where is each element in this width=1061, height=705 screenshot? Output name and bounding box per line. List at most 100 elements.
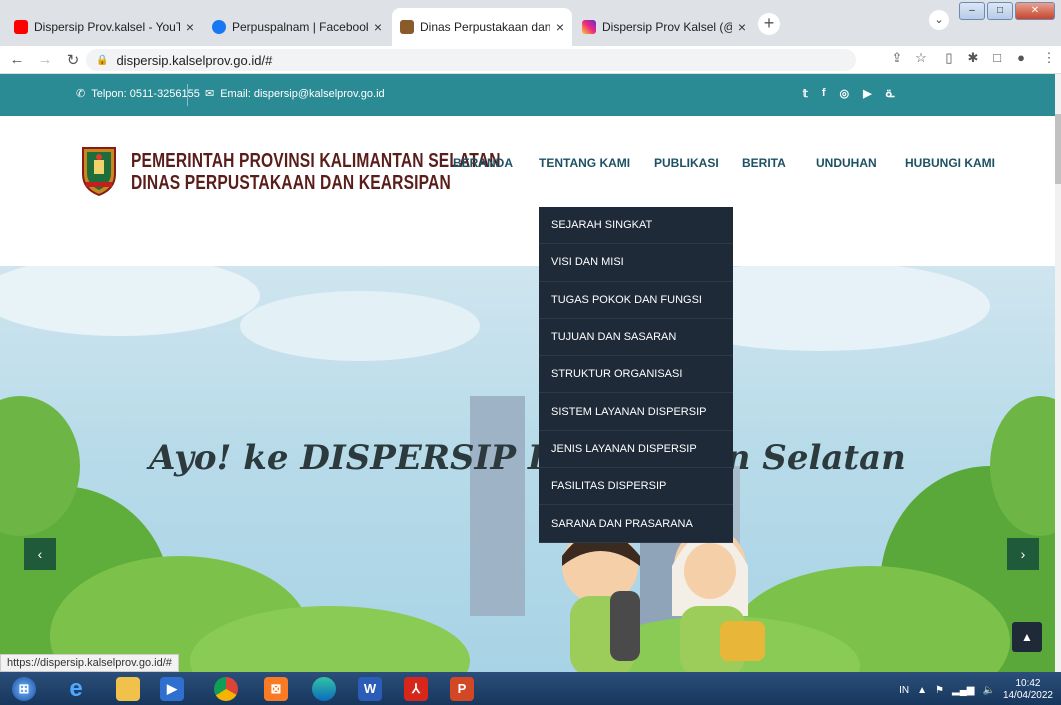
- tab-close-icon[interactable]: ×: [738, 19, 746, 35]
- new-tab-button[interactable]: +: [758, 13, 780, 35]
- browser-tab-facebook[interactable]: Perpuspalnam | Facebook ×: [204, 8, 390, 46]
- twitter-icon[interactable]: 𝕥: [803, 87, 808, 100]
- close-window-button[interactable]: ✕: [1015, 2, 1055, 20]
- profile-avatar-icon[interactable]: ●: [1012, 50, 1030, 68]
- instagram-icon[interactable]: ◎: [840, 87, 850, 100]
- system-clock[interactable]: 10:42 14/04/2022: [1003, 678, 1053, 702]
- minimize-button[interactable]: –: [959, 2, 985, 20]
- system-tray: IN ▲ ⚑ ▂▄▆ 🔈 10:42 14/04/2022: [899, 678, 1053, 702]
- tab-title: Dinas Perpustakaan dan Kearsipa: [420, 20, 550, 34]
- action-center-flag-icon[interactable]: ⚑: [935, 685, 944, 696]
- site-brand[interactable]: PEMERINTAH PROVINSI KALIMANTAN SELATAN D…: [131, 150, 501, 194]
- tab-title: Dispersip Prov.kalsel - YouTube: [34, 20, 180, 34]
- contact-topbar: ✆ Telpon: 0511-3256155 ✉ Email: dispersi…: [0, 74, 1055, 116]
- tab-search-chevron-icon[interactable]: ⌄: [929, 10, 949, 30]
- dropdown-item-visi-misi[interactable]: VISI DAN MISI: [539, 244, 733, 282]
- taskbar-chrome[interactable]: [204, 674, 248, 703]
- youtube-icon[interactable]: ▶: [863, 87, 871, 100]
- browser-toolbar: ← → ↻ 🔒 dispersip.kalselprov.go.id/# ⇪ ☆…: [0, 46, 1061, 74]
- status-bar-url: https://dispersip.kalselprov.go.id/#: [0, 654, 179, 672]
- share-icon[interactable]: ⇪: [888, 50, 906, 68]
- dropdown-item-fasilitas[interactable]: FASILITAS DISPERSIP: [539, 468, 733, 506]
- network-signal-icon[interactable]: ▂▄▆: [952, 685, 974, 696]
- email-text: Email: dispersip@kalselprov.go.id: [220, 87, 385, 100]
- url-text: dispersip.kalselprov.go.id/#: [116, 52, 273, 68]
- xampp-icon: ⊠: [264, 676, 288, 701]
- browser-tab-youtube[interactable]: Dispersip Prov.kalsel - YouTube ×: [6, 8, 202, 46]
- tab-close-icon[interactable]: ×: [186, 19, 194, 35]
- back-to-top-button[interactable]: ▲: [1012, 622, 1042, 652]
- reload-icon[interactable]: ↻: [62, 51, 84, 69]
- taskbar-powerpoint[interactable]: P: [440, 674, 484, 703]
- hero-headline: Ayo! ke DISPERSIP Kalimantan Selatan: [149, 438, 906, 478]
- browser-tab-dispersip[interactable]: Dinas Perpustakaan dan Kearsipa ×: [392, 8, 572, 46]
- kebab-menu-icon[interactable]: ⋮: [1040, 50, 1058, 68]
- social-links: 𝕥 f ◎ ▶ ᓏ: [803, 87, 895, 100]
- hero-slider: Ayo! ke DISPERSIP Kalimantan Selatan ‹ ›…: [0, 266, 1055, 672]
- nav-publikasi[interactable]: PUBLIKASI: [654, 156, 719, 170]
- nav-unduhan[interactable]: UNDUHAN: [816, 156, 877, 170]
- folder-icon: [116, 676, 140, 701]
- powerpoint-icon: P: [450, 676, 474, 701]
- brand-line-2: DINAS PERPUSTAKAAN DAN KEARSIPAN: [131, 172, 451, 194]
- windows-start-icon: ⊞: [12, 676, 36, 701]
- phone-contact: ✆ Telpon: 0511-3256155: [76, 87, 200, 101]
- taskbar-acrobat[interactable]: ⅄: [394, 674, 438, 703]
- nav-beranda[interactable]: BERANDA: [453, 156, 513, 170]
- dropdown-item-jenis-layanan[interactable]: JENIS LAYANAN DISPERSIP: [539, 431, 733, 469]
- page-scrollbar[interactable]: [1055, 74, 1061, 672]
- taskbar-edge[interactable]: [302, 674, 346, 703]
- dropdown-item-tugas-pokok[interactable]: TUGAS POKOK DAN FUNGSI: [539, 282, 733, 319]
- scrollbar-thumb[interactable]: [1055, 114, 1061, 184]
- bookmark-star-icon[interactable]: ☆: [912, 50, 930, 68]
- edge-icon: [312, 676, 336, 701]
- dropdown-item-struktur-organisasi[interactable]: STRUKTUR ORGANISASI: [539, 356, 733, 394]
- back-arrow-icon[interactable]: ←: [6, 51, 28, 68]
- tray-expand-icon[interactable]: ▲: [917, 685, 927, 696]
- envelope-icon: ✉: [205, 88, 215, 100]
- taskbar-xampp[interactable]: ⊠: [254, 674, 298, 703]
- nav-hubungi-kami[interactable]: HUBUNGI KAMI: [905, 156, 995, 170]
- word-icon: W: [358, 676, 382, 701]
- nav-tentang-kami[interactable]: TENTANG KAMI: [539, 156, 630, 170]
- dropdown-item-sistem-layanan[interactable]: SISTEM LAYANAN DISPERSIP: [539, 393, 733, 431]
- sidebar-icon[interactable]: □: [988, 50, 1006, 68]
- dropdown-item-sarana-prasarana[interactable]: SARANA DAN PRASARANA: [539, 505, 733, 543]
- dropdown-item-tujuan-sasaran[interactable]: TUJUAN DAN SASARAN: [539, 319, 733, 357]
- clock-date: 14/04/2022: [1002, 690, 1053, 701]
- extensions-puzzle-icon[interactable]: ✱: [964, 50, 982, 68]
- volume-icon[interactable]: 🔈: [982, 685, 994, 696]
- taskbar-internet-explorer[interactable]: e: [54, 674, 98, 703]
- taskbar-word[interactable]: W: [348, 674, 392, 703]
- rss-icon[interactable]: ᓏ: [886, 87, 895, 100]
- windows-taskbar: ⊞ e ▶ ⊠ W ⅄ P IN ▲ ⚑ ▂▄▆ 🔈 10:42 14/04/2…: [0, 672, 1061, 705]
- acrobat-pdf-icon: ⅄: [404, 676, 428, 701]
- phone-icon: ✆: [76, 88, 86, 100]
- document-icon[interactable]: ▯: [940, 50, 958, 68]
- site-header: PEMERINTAH PROVINSI KALIMANTAN SELATAN D…: [0, 116, 1055, 266]
- slider-next-button[interactable]: ›: [1007, 538, 1039, 570]
- tentang-kami-dropdown: SEJARAH SINGKAT VISI DAN MISI TUGAS POKO…: [539, 207, 733, 543]
- divider: [187, 84, 188, 106]
- tab-title: Perpuspalnam | Facebook: [232, 20, 368, 34]
- address-bar[interactable]: 🔒 dispersip.kalselprov.go.id/#: [86, 49, 856, 71]
- taskbar-media-player[interactable]: ▶: [150, 674, 194, 703]
- lock-icon: 🔒: [96, 54, 109, 66]
- slider-prev-button[interactable]: ‹: [24, 538, 56, 570]
- media-player-icon: ▶: [160, 676, 184, 701]
- email-contact[interactable]: ✉ Email: dispersip@kalselprov.go.id: [205, 87, 385, 101]
- kalsel-province-seal-logo[interactable]: [79, 144, 119, 196]
- facebook-icon[interactable]: f: [822, 87, 826, 100]
- language-indicator[interactable]: IN: [899, 685, 909, 696]
- browser-tab-instagram[interactable]: Dispersip Prov Kalsel (@perpusp ×: [574, 8, 754, 46]
- tab-close-icon[interactable]: ×: [556, 19, 564, 35]
- forward-arrow-icon[interactable]: →: [34, 51, 56, 68]
- instagram-icon: [582, 20, 596, 34]
- maximize-button[interactable]: □: [987, 2, 1013, 20]
- taskbar-file-explorer[interactable]: [106, 674, 150, 703]
- start-button[interactable]: ⊞: [2, 674, 46, 703]
- dropdown-item-sejarah-singkat[interactable]: SEJARAH SINGKAT: [539, 207, 733, 245]
- tab-close-icon[interactable]: ×: [374, 19, 382, 35]
- internet-explorer-icon: e: [69, 674, 83, 702]
- nav-berita[interactable]: BERITA: [742, 156, 786, 170]
